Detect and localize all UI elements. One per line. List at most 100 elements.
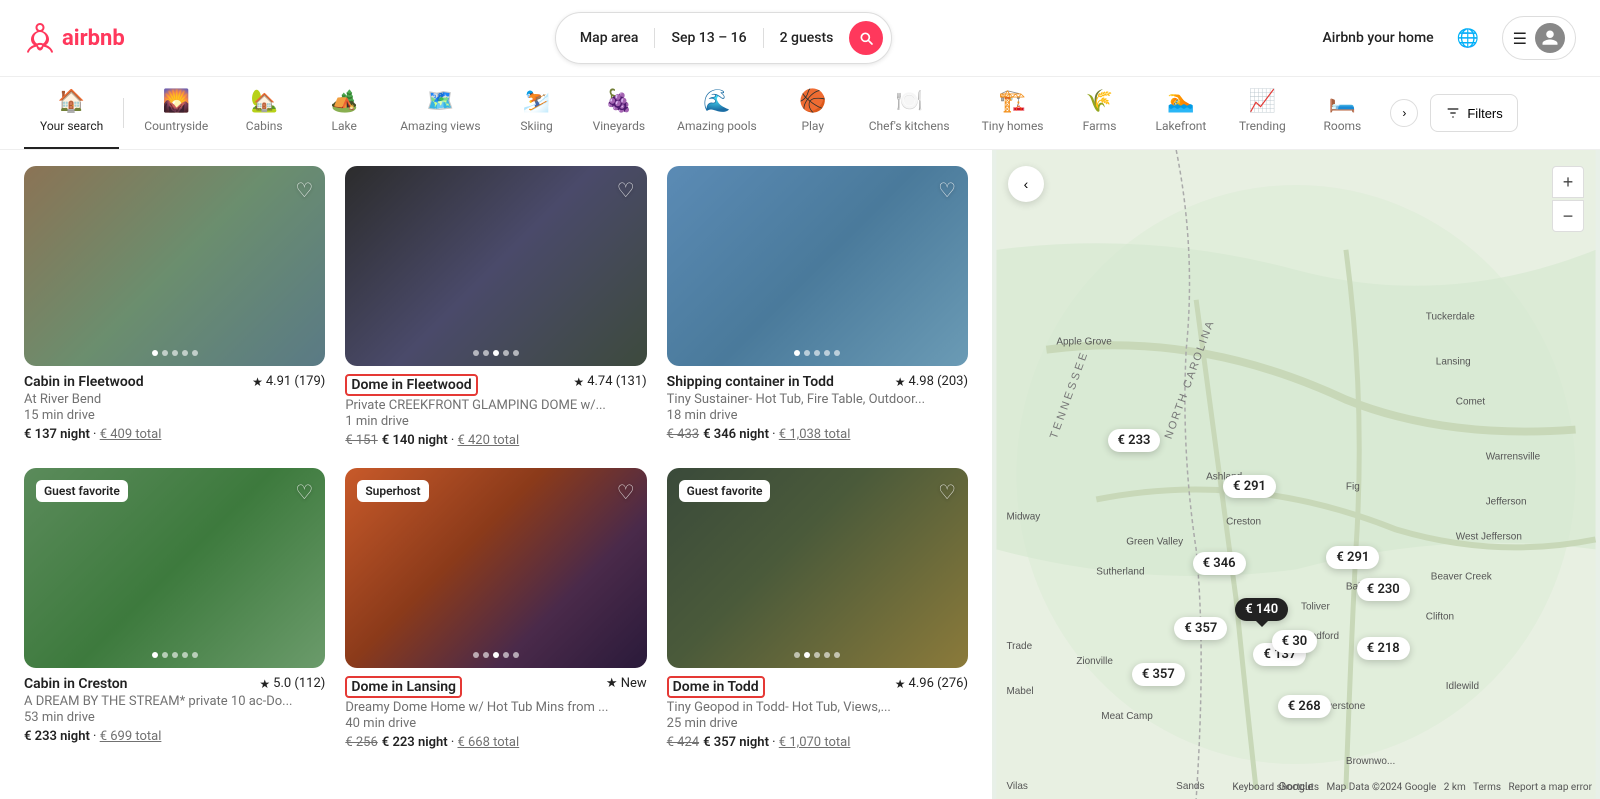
filters-button[interactable]: Filters — [1430, 94, 1517, 132]
zoom-in-button[interactable]: + — [1552, 166, 1584, 198]
category-divider — [123, 98, 124, 128]
main-layout: ♡ Cabin in Fleetwood ★ 4.91 (179) At Riv… — [0, 150, 1600, 799]
search-divider-2 — [763, 28, 764, 48]
listing-badge: Guest favorite — [36, 480, 128, 502]
listing-subtitle: Private CREEKFRONT GLAMPING DOME w/... — [345, 398, 646, 413]
favorite-button[interactable]: ♡ — [617, 480, 635, 505]
price-marker-m3[interactable]: € 346 — [1193, 552, 1246, 575]
listing-card-5[interactable]: Superhost ♡ Dome in Lansing ★ New Dreamy… — [345, 468, 646, 750]
listing-price: € 137 night — [24, 427, 90, 442]
logo[interactable]: airbnb — [24, 22, 125, 54]
category-item-your-search[interactable]: 🏠 Your search — [24, 77, 119, 149]
dot — [483, 350, 489, 356]
category-item-lakefront[interactable]: 🏊 Lakefront — [1140, 77, 1223, 149]
listing-total: € 1,038 total — [779, 427, 851, 442]
svg-text:Jefferson: Jefferson — [1486, 496, 1527, 507]
listing-dots — [794, 652, 840, 658]
globe-button[interactable]: 🌐 — [1450, 20, 1486, 56]
listing-card-6[interactable]: Guest favorite ♡ Dome in Todd ★ 4.96 (27… — [667, 468, 968, 750]
listing-dots — [794, 350, 840, 356]
category-icon-trending: 📈 — [1249, 91, 1276, 113]
favorite-button[interactable]: ♡ — [617, 178, 635, 203]
category-item-chefs-kitchens[interactable]: 🍽️ Chef's kitchens — [853, 77, 966, 149]
dot — [192, 350, 198, 356]
svg-text:Lansing: Lansing — [1436, 357, 1471, 368]
listing-rating: ★ 4.91 (179) — [252, 374, 325, 389]
price-marker-m2[interactable]: € 291 — [1223, 475, 1276, 498]
category-label-tiny-homes: Tiny homes — [982, 119, 1044, 133]
svg-text:Clifton: Clifton — [1426, 611, 1454, 622]
category-label-vineyards: Vineyards — [593, 119, 646, 133]
dot — [182, 350, 188, 356]
dot — [834, 652, 840, 658]
dot — [493, 350, 499, 356]
avatar — [1535, 23, 1565, 53]
favorite-button[interactable]: ♡ — [938, 480, 956, 505]
price-marker-m1[interactable]: € 233 — [1108, 429, 1161, 452]
search-bar[interactable]: Map area Sep 13 – 16 2 guests — [555, 12, 892, 64]
search-icon — [858, 30, 874, 46]
dot — [483, 652, 489, 658]
price-marker-m6[interactable]: € 230 — [1357, 578, 1410, 601]
category-icon-cabins: 🏡 — [250, 91, 277, 113]
listing-image: Guest favorite ♡ — [667, 468, 968, 668]
listing-subtitle: Tiny Sustainer- Hot Tub, Fire Table, Out… — [667, 392, 968, 407]
airbnb-logo-icon — [24, 22, 56, 54]
category-item-skiing[interactable]: ⛷️ Skiing — [497, 77, 577, 149]
listing-card-3[interactable]: ♡ Shipping container in Todd ★ 4.98 (203… — [667, 166, 968, 448]
original-price: € 151 — [345, 433, 377, 448]
nav-arrow-right[interactable]: › — [1390, 99, 1418, 127]
listing-rating: ★ 4.98 (203) — [895, 374, 968, 389]
price-marker-m11[interactable]: € 357 — [1132, 663, 1185, 686]
listing-subtitle: Dreamy Dome Home w/ Hot Tub Mins from ..… — [345, 700, 646, 715]
listing-title-row: Shipping container in Todd ★ 4.98 (203) — [667, 374, 968, 390]
category-item-amazing-views[interactable]: 🗺️ Amazing views — [384, 77, 496, 149]
airbnb-home-link[interactable]: Airbnb your home — [1323, 30, 1434, 46]
listing-photo — [345, 166, 646, 366]
listing-info: Shipping container in Todd ★ 4.98 (203) … — [667, 374, 968, 442]
price-marker-m7[interactable]: € 357 — [1174, 617, 1227, 640]
listing-total: € 1,070 total — [779, 735, 851, 750]
category-item-countryside[interactable]: 🌄 Countryside — [128, 77, 224, 149]
favorite-button[interactable]: ♡ — [295, 480, 313, 505]
price-marker-m4[interactable]: € 140 — [1235, 598, 1288, 621]
category-label-lakefront: Lakefront — [1156, 119, 1207, 133]
search-button[interactable] — [849, 21, 883, 55]
user-menu[interactable]: ☰ — [1502, 16, 1576, 60]
listing-photo — [667, 166, 968, 366]
svg-text:Fig: Fig — [1346, 481, 1360, 492]
price-marker-m5[interactable]: € 291 — [1326, 546, 1379, 569]
listing-image: ♡ — [24, 166, 325, 366]
listing-title: Dome in Todd — [667, 676, 765, 698]
hamburger-icon: ☰ — [1513, 29, 1527, 48]
category-item-play[interactable]: 🏀 Play — [773, 77, 853, 149]
price-marker-m12[interactable]: € 268 — [1278, 695, 1331, 718]
listing-title: Shipping container in Todd — [667, 374, 834, 390]
listing-total: € 668 total — [457, 735, 519, 750]
listing-card-2[interactable]: ♡ Dome in Fleetwood ★ 4.74 (131) Private… — [345, 166, 646, 448]
category-item-amazing-pools[interactable]: 🌊 Amazing pools — [661, 77, 773, 149]
dot — [814, 652, 820, 658]
category-icon-chefs-kitchens: 🍽️ — [895, 91, 922, 113]
price-marker-m9[interactable]: € 218 — [1357, 637, 1410, 660]
price-marker-m10[interactable]: € 30 — [1272, 630, 1318, 653]
category-item-trending[interactable]: 📈 Trending — [1222, 77, 1302, 149]
listing-card-4[interactable]: Guest favorite ♡ Cabin in Creston ★ 5.0 … — [24, 468, 325, 750]
listing-rating: ★ 5.0 (112) — [259, 676, 325, 691]
map-error-link: Keyboard shortcuts Map Data ©2024 Google… — [1232, 782, 1592, 793]
listing-price-row: € 256€ 223 night · € 668 total — [345, 735, 646, 750]
favorite-button[interactable]: ♡ — [295, 178, 313, 203]
category-item-lake[interactable]: 🏕️ Lake — [304, 77, 384, 149]
zoom-out-button[interactable]: − — [1552, 200, 1584, 232]
listing-price: € 223 night — [382, 735, 448, 750]
category-item-cabins[interactable]: 🏡 Cabins — [224, 77, 304, 149]
listing-card-1[interactable]: ♡ Cabin in Fleetwood ★ 4.91 (179) At Riv… — [24, 166, 325, 448]
favorite-button[interactable]: ♡ — [938, 178, 956, 203]
category-item-rooms[interactable]: 🛏️ Rooms — [1302, 77, 1382, 149]
listing-price-row: € 233 night · € 699 total — [24, 729, 325, 744]
category-item-vineyards[interactable]: 🍇 Vineyards — [577, 77, 662, 149]
category-item-tiny-homes[interactable]: 🏗️ Tiny homes — [966, 77, 1060, 149]
map-collapse-button[interactable]: ‹ — [1008, 166, 1044, 202]
dot — [834, 350, 840, 356]
category-item-farms[interactable]: 🌾 Farms — [1060, 77, 1140, 149]
